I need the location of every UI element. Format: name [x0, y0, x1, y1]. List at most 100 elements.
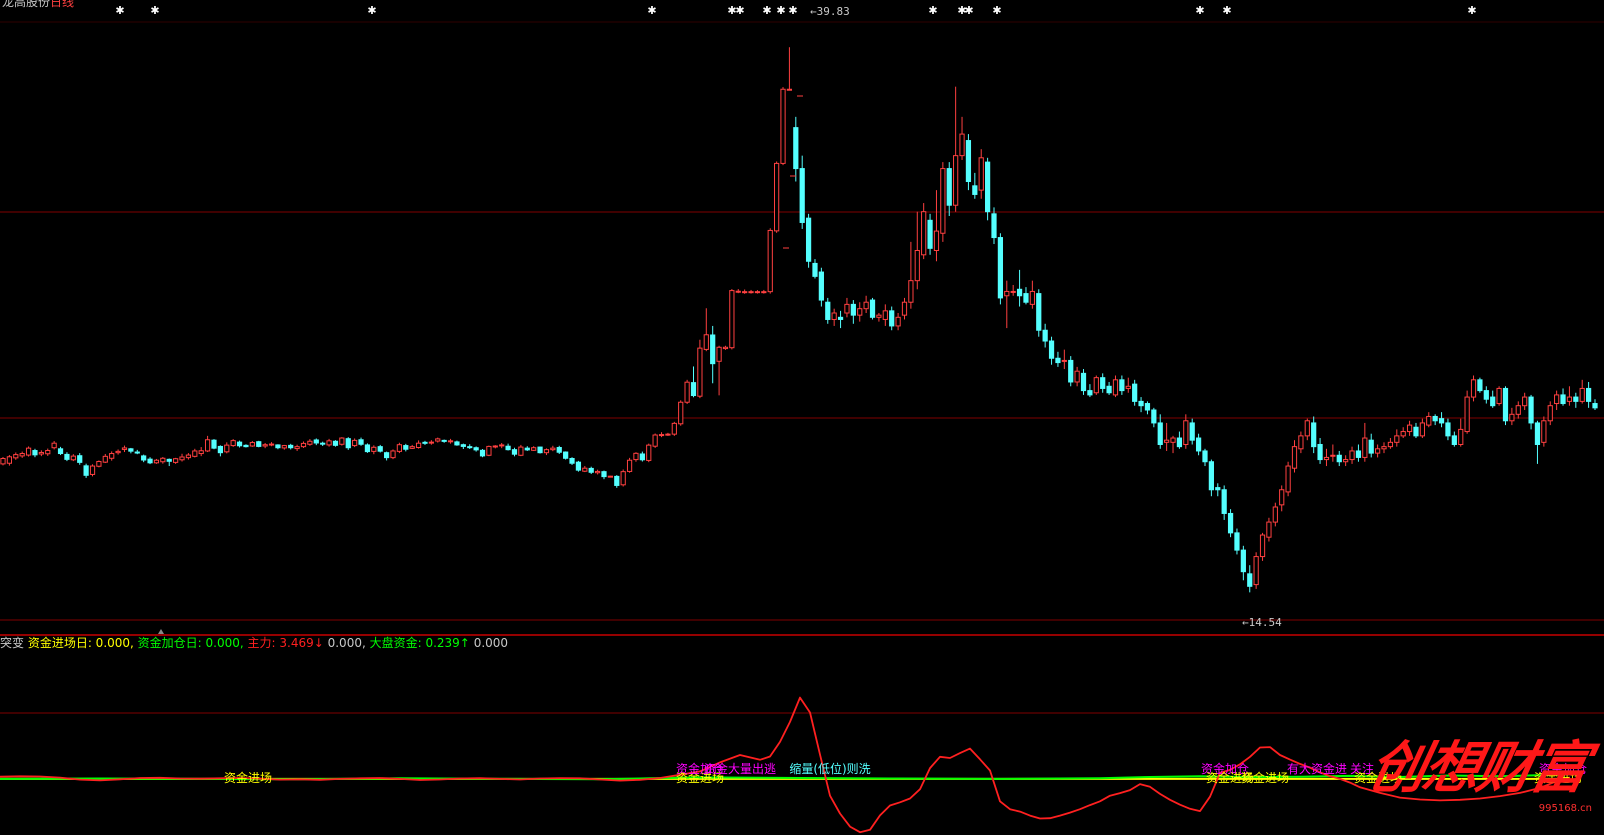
- candle: [1164, 422, 1170, 451]
- candle: [1272, 502, 1278, 527]
- candle: [678, 400, 684, 426]
- candle: [403, 443, 409, 452]
- candle-body: [1279, 489, 1285, 506]
- candle-body: [582, 467, 588, 472]
- candle-body: [13, 454, 19, 459]
- candle-body: [6, 456, 13, 464]
- candle: [1247, 565, 1253, 593]
- candle: [115, 449, 121, 455]
- candle-body: [403, 445, 409, 450]
- candle: [1055, 351, 1061, 367]
- candle: [985, 157, 991, 221]
- candle-body: [1317, 443, 1323, 461]
- candle-body: [690, 382, 697, 397]
- candle: [1343, 455, 1349, 467]
- candle-body: [550, 447, 556, 451]
- candle-body: [1291, 446, 1298, 469]
- candle-body: [1055, 357, 1061, 364]
- candle-body: [671, 422, 677, 435]
- candle: [997, 233, 1004, 305]
- candle: [230, 439, 236, 447]
- candle-body: [607, 475, 613, 478]
- candle-body: [895, 316, 901, 327]
- candle: [1496, 386, 1502, 406]
- candle: [1349, 446, 1355, 464]
- candle-body: [531, 447, 537, 451]
- candle: [1151, 407, 1157, 428]
- candle: [1183, 414, 1189, 449]
- candle: [204, 435, 211, 453]
- candle-body: [249, 442, 255, 447]
- candle-body: [537, 446, 543, 454]
- candle: [1106, 381, 1112, 395]
- candle: [646, 443, 652, 463]
- candle-body: [1138, 400, 1144, 407]
- candle-body: [352, 439, 358, 447]
- candle-body: [601, 471, 607, 478]
- candle: [1502, 386, 1509, 426]
- candle-body: [1189, 422, 1195, 441]
- candle-body: [1068, 359, 1074, 383]
- candle-body: [384, 452, 390, 459]
- candle-body: [1394, 435, 1400, 443]
- candle-body: [1234, 532, 1240, 551]
- candle-body: [428, 441, 434, 444]
- candle: [384, 451, 390, 461]
- candle: [831, 308, 837, 326]
- candle-body: [1151, 409, 1157, 424]
- candle: [563, 451, 569, 460]
- signal-label: 有大资金进: [1287, 761, 1347, 776]
- candle-body: [96, 461, 102, 467]
- candle: [45, 448, 51, 456]
- candle-body: [786, 88, 793, 91]
- candle-body: [1375, 448, 1381, 454]
- candle-body: [1144, 403, 1151, 411]
- candle-body: [614, 475, 620, 486]
- candle-body: [1304, 420, 1310, 437]
- candle: [818, 267, 824, 307]
- candle: [1279, 485, 1285, 512]
- candle-body: [1195, 437, 1202, 452]
- candle: [1362, 422, 1368, 462]
- candle-body: [761, 291, 767, 294]
- candle-body: [77, 455, 83, 463]
- candle: [690, 366, 697, 398]
- indicator-item: 0.000,: [327, 636, 370, 650]
- candle: [1048, 336, 1055, 365]
- candle: [601, 470, 607, 480]
- candlestick-chart[interactable]: ✱ ✱ ✱ ✱ ✱✱ ✱ ✱ ✱ ✱ ✱✱ ✱ ✱ ✱ ✱ ←39.83 ←14.54 资金进场 资金进场 资金…: [0, 0, 1604, 835]
- candle: [236, 440, 243, 448]
- candle: [339, 437, 345, 446]
- candle: [1566, 386, 1573, 406]
- candle-body: [83, 465, 89, 476]
- top-marker: ✱: [1467, 4, 1476, 17]
- candle: [1592, 399, 1598, 410]
- candle: [1061, 349, 1067, 370]
- candle: [121, 445, 128, 453]
- candle-body: [1438, 418, 1445, 424]
- candle-body: [850, 303, 856, 316]
- candle: [1298, 431, 1304, 454]
- candle: [582, 466, 588, 473]
- candle-body: [908, 280, 914, 303]
- candle-body: [236, 441, 243, 447]
- candle-body: [1400, 431, 1406, 437]
- candle: [147, 457, 153, 465]
- candle-body: [889, 310, 895, 327]
- candle-body: [1349, 450, 1355, 461]
- candle-body: [927, 219, 933, 249]
- candle-body: [837, 316, 844, 320]
- candle-body: [57, 448, 64, 455]
- candle-body: [109, 453, 115, 459]
- candle: [569, 457, 575, 465]
- candle-body: [1426, 415, 1432, 426]
- candle-body: [160, 457, 166, 463]
- candle: [1240, 545, 1246, 581]
- candle-body: [1010, 290, 1016, 293]
- candle: [77, 453, 83, 465]
- indicator-item: 大盘资金: 0.239↑: [369, 636, 474, 650]
- candle: [895, 313, 901, 331]
- candle-body: [25, 447, 32, 456]
- candle-body: [511, 449, 518, 455]
- candle-body: [326, 440, 332, 446]
